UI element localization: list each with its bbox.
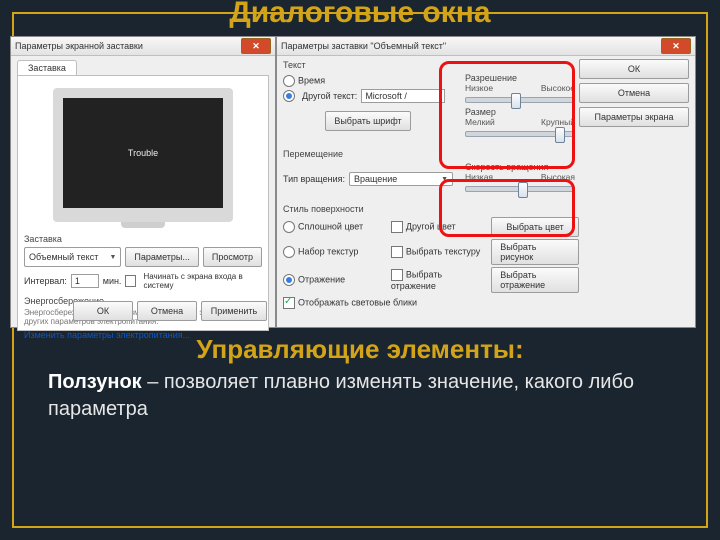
min-label: мин. [103,276,122,286]
group-speed: Скорость вращения [465,162,575,172]
radio-reflect[interactable] [283,274,295,286]
texture-checkbox[interactable] [391,246,403,258]
radio-other-text[interactable] [283,90,295,102]
screensaver-dialog: Параметры экранной заставки ✕ Заставка T… [10,36,276,328]
speed-slider[interactable] [465,186,575,192]
rotation-select[interactable]: Вращение▼ [349,172,453,186]
reflect-checkbox[interactable] [391,269,403,281]
other-text-input[interactable]: Microsoft / [361,89,445,103]
highlights-checkbox[interactable] [283,297,295,309]
group-motion: Перемещение [283,149,579,159]
preview-button[interactable]: Просмотр [203,247,262,267]
tab-screensaver[interactable]: Заставка [17,60,77,75]
display-params-button[interactable]: Параметры экрана [579,107,689,127]
interval-label: Интервал: [24,276,67,286]
params-button[interactable]: Параметры... [125,247,198,267]
resolution-slider[interactable] [465,97,575,103]
group-text: Текст [283,60,579,70]
apply-button[interactable]: Применить [201,301,267,321]
radio-texture[interactable] [283,246,295,258]
dialog2-title: Параметры заставки "Объемный текст" [281,41,659,51]
close-icon[interactable]: ✕ [241,38,271,54]
other-color-checkbox[interactable] [391,221,403,233]
choose-reflect-button[interactable]: Выбрать отражение [491,267,579,293]
radio-time[interactable] [283,75,295,87]
preview-text: Trouble [128,148,158,158]
rotation-type-label: Тип вращения: [283,174,345,184]
login-label: Начинать с экрана входа в систему [143,272,262,290]
group-surface: Стиль поверхности [283,204,579,214]
group-resolution: Разрешение [465,73,575,83]
ok-button[interactable]: ОК [579,59,689,79]
3dtext-dialog: Параметры заставки "Объемный текст" ✕ ОК… [276,36,696,328]
interval-input[interactable]: 1 [71,274,99,288]
cancel-button[interactable]: Отмена [137,301,197,321]
font-button[interactable]: Выбрать шрифт [325,111,410,131]
close-icon[interactable]: ✕ [661,38,691,54]
preview-monitor: Trouble [53,88,233,222]
group-saver: Заставка [24,234,262,244]
chevron-down-icon: ▼ [441,176,448,183]
chevron-down-icon: ▼ [109,254,116,261]
power-link[interactable]: Изменить параметры электропитания... [24,330,262,340]
choose-color-button[interactable]: Выбрать цвет [491,217,579,237]
cancel-button[interactable]: Отмена [579,83,689,103]
choose-texture-button[interactable]: Выбрать рисунок [491,239,579,265]
screensaver-select[interactable]: Объемный текст▼ [24,247,121,267]
dialog1-title: Параметры экранной заставки [15,41,239,51]
ok-button[interactable]: ОК [73,301,133,321]
login-checkbox[interactable] [125,275,136,287]
size-slider[interactable] [465,131,575,137]
radio-solid[interactable] [283,221,295,233]
